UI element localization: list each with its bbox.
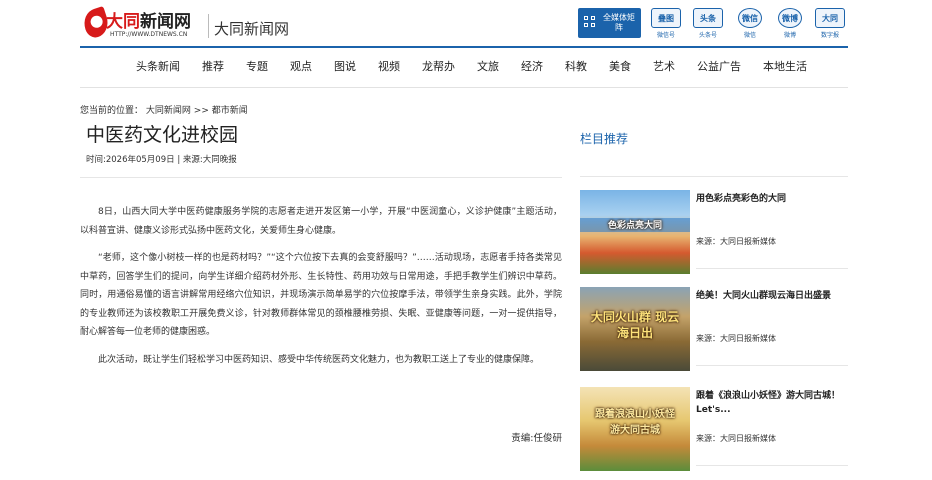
main-nav: 头条新闻 推荐 专题 观点 图说 视频 龙帮办 文旅 经济 科教 美食 艺术 公…: [136, 58, 807, 80]
card-source: 来源：大同日报新媒体: [696, 434, 776, 443]
nav-item-opinion[interactable]: 观点: [290, 58, 312, 80]
media-matrix-button[interactable]: 全媒体矩阵: [578, 8, 641, 38]
article-title: 中医药文化进校园: [86, 124, 239, 146]
card-title[interactable]: 跟着《浪浪山小妖怪》游大同古城！Let's...: [696, 389, 846, 417]
card-source: 来源：大同日报新媒体: [696, 334, 776, 343]
thumb-caption: 跟着浪浪山小妖怪 游大同古城: [595, 409, 675, 436]
card-rule: [696, 465, 848, 466]
header-rule: [80, 46, 848, 48]
article-editor: 责编:任俊研: [511, 433, 562, 444]
weibo-icon: 微博: [778, 8, 802, 28]
nav-item-video[interactable]: 视频: [378, 58, 400, 80]
card-rule: [696, 365, 848, 366]
social-caption: 微信: [743, 32, 756, 39]
thumb-caption: 大同火山群 现云海日出: [590, 310, 680, 340]
nav-item-headlines[interactable]: 头条新闻: [136, 58, 180, 80]
thumb-caption: 色彩点亮大同: [607, 221, 662, 231]
sidebar-title: 栏目推荐: [580, 132, 629, 146]
datong-icon: 大同: [815, 8, 845, 28]
site-header: 大同新闻网 HTTP://WWW.DTNEWS.CN 大同新闻网 全媒体矩阵 叠…: [80, 0, 848, 44]
toutiao-icon: 头条: [693, 8, 723, 28]
sidebar-card[interactable]: 色彩点亮大同 用色彩点亮彩色的大同 来源：大同日报新媒体: [580, 190, 848, 274]
nav-item-economy[interactable]: 经济: [521, 58, 543, 80]
card-source: 来源：大同日报新媒体: [696, 237, 776, 246]
header-divider: [208, 14, 209, 38]
nav-item-science-education[interactable]: 科教: [565, 58, 587, 80]
card-title[interactable]: 绝美！大同火山群现云海日出盛景: [696, 289, 846, 303]
card-thumbnail[interactable]: 色彩点亮大同: [580, 190, 690, 274]
social-link-duotu[interactable]: 叠图 微信号: [650, 8, 682, 39]
nav-item-food[interactable]: 美食: [609, 58, 631, 80]
breadcrumb-separator: >>: [193, 106, 209, 116]
social-link-toutiao[interactable]: 头条 头条号: [692, 8, 724, 39]
social-link-weibo[interactable]: 微博 微博: [774, 8, 806, 39]
wechat-icon: 微信: [738, 8, 762, 28]
nav-item-culture-tourism[interactable]: 文旅: [477, 58, 499, 80]
social-link-digital-paper[interactable]: 大同 数字报: [814, 8, 846, 39]
nav-item-topics[interactable]: 专题: [246, 58, 268, 80]
card-rule: [696, 268, 848, 269]
article-paragraph: “老师，这个像小树枝一样的也是药材吗？”“这个穴位按下去真的会变舒服吗？”……活…: [80, 253, 562, 337]
social-caption: 头条号: [698, 32, 717, 39]
article-meta: 时间:2026年05月09日 | 来源:大同晚报: [86, 155, 237, 165]
card-thumbnail[interactable]: 大同火山群 现云海日出: [580, 287, 690, 371]
social-caption: 微信号: [656, 32, 675, 39]
sidebar-card[interactable]: 跟着浪浪山小妖怪 游大同古城 跟着《浪浪山小妖怪》游大同古城！Let's... …: [580, 387, 848, 471]
breadcrumb-prefix: 您当前的位置：: [80, 106, 144, 116]
card-thumbnail[interactable]: 跟着浪浪山小妖怪 游大同古城: [580, 387, 690, 471]
article-paragraph: 此次活动，既让学生们轻松学习中医药知识、感受中华传统医药文化魅力，也为教职工送上…: [98, 354, 540, 365]
site-logo[interactable]: 大同新闻网 HTTP://WWW.DTNEWS.CN: [80, 5, 202, 41]
site-name: 大同新闻网: [214, 20, 290, 38]
nav-item-public-ads[interactable]: 公益广告: [697, 58, 741, 80]
breadcrumb-home-link[interactable]: 大同新闻网: [146, 106, 191, 116]
grid-icon: [584, 16, 596, 28]
article-paragraph: 8日，山西大同大学中医药健康服务学院的志愿者走进开发区第一小学，开展“中医润童心…: [80, 207, 562, 236]
logo-url: HTTP://WWW.DTNEWS.CN: [110, 31, 188, 38]
media-matrix-label: 全媒体矩阵: [603, 13, 635, 32]
social-link-wechat[interactable]: 微信 微信: [734, 8, 766, 39]
article-body: 8日，山西大同大学中医药健康服务学院的志愿者走进开发区第一小学，开展“中医润童心…: [80, 203, 562, 378]
nav-item-art[interactable]: 艺术: [653, 58, 675, 80]
logo-text: 大同新闻网: [106, 12, 191, 32]
nav-item-recommend[interactable]: 推荐: [202, 58, 224, 80]
card-title[interactable]: 用色彩点亮彩色的大同: [696, 192, 846, 206]
nav-item-longbangban[interactable]: 龙帮办: [422, 58, 455, 80]
sidebar-card[interactable]: 大同火山群 现云海日出 绝美！大同火山群现云海日出盛景 来源：大同日报新媒体: [580, 287, 848, 371]
nav-item-photos[interactable]: 图说: [334, 58, 356, 80]
social-caption: 数字报: [820, 32, 839, 39]
nav-item-local-life[interactable]: 本地生活: [763, 58, 807, 80]
breadcrumb-current-link[interactable]: 都市新闻: [212, 106, 248, 116]
sidebar-rule: [580, 176, 848, 177]
duotu-icon: 叠图: [651, 8, 681, 28]
breadcrumb: 您当前的位置： 大同新闻网 >> 都市新闻: [80, 103, 248, 116]
nav-rule: [80, 87, 848, 88]
article-divider: [80, 177, 562, 178]
social-caption: 微博: [783, 32, 796, 39]
